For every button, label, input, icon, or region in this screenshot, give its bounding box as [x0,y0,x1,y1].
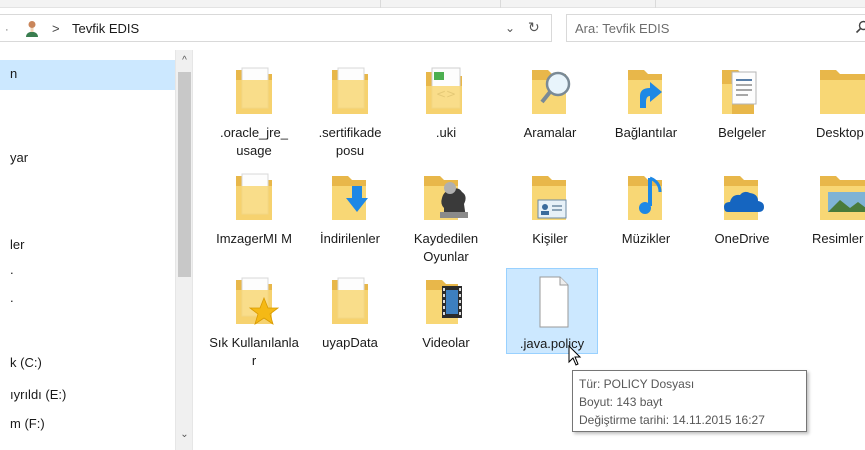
file-item[interactable]: Müzikler [600,168,692,248]
nav-item-selected[interactable]: n [10,66,17,81]
file-label: Bağlantılar [614,125,678,140]
file-item[interactable]: .sertifikade posu [304,62,396,160]
folder-videos-icon [426,280,462,324]
folder-pictures-icon [820,176,865,220]
file-label: Belgeler [718,125,766,140]
file-item-selected[interactable]: .java.policy [506,268,598,354]
nav-item-drive-c[interactable]: k (C:) [10,355,42,370]
folder-contacts-icon [532,176,567,220]
refresh-icon[interactable]: ↻ [528,19,540,36]
file-item[interactable]: Aramalar [504,62,596,142]
file-item[interactable]: Sık Kullanılanla r [208,272,300,370]
search-icon[interactable] [855,20,865,34]
address-row: · > Tevfik EDIS ⌄ ↻ [0,8,865,50]
file-item[interactable]: İndirilenler [304,168,396,248]
folder-documents-icon [722,70,757,114]
scroll-down-icon[interactable]: ⌄ [176,428,193,442]
nav-item[interactable]: . [10,262,14,277]
file-label: .sertifikade posu [318,125,382,158]
address-bar[interactable]: · > Tevfik EDIS ⌄ ↻ [0,14,552,42]
nav-selection-highlight [0,60,175,90]
file-item[interactable]: Desktop [792,62,865,142]
file-label: Müzikler [621,231,671,246]
blank-file-icon [539,276,569,328]
search-box[interactable] [566,14,865,42]
nav-item-drive-e[interactable]: ıyrıldı (E:) [10,387,66,402]
navigation-pane: n yar ler . . k (C:) ıyrıldı (E:) m (F:) [0,50,175,450]
back-history-tick[interactable]: · [5,24,9,36]
folder-desktop-icon [820,70,865,114]
search-input[interactable] [575,21,845,36]
nav-item[interactable]: . [10,290,14,305]
nav-item[interactable]: yar [10,150,28,165]
folder-doc-icon [332,277,368,324]
file-label: Kişiler [532,231,568,246]
folder-doc-icon [236,173,272,220]
ribbon-divider [500,0,501,8]
tooltip-size: Boyut: 143 bayt [579,395,663,409]
folder-links-icon [628,70,662,114]
tooltip-type: Tür: POLICY Dosyası [579,377,695,391]
file-label: Kaydedilen Oyunlar [413,231,479,264]
nav-item-drive-f[interactable]: m (F:) [10,416,45,431]
ribbon-divider [380,0,381,8]
file-item[interactable]: Bağlantılar [600,62,692,142]
file-item[interactable]: <> .uki [400,62,492,142]
file-item[interactable]: Kaydedilen Oyunlar [400,168,492,266]
nav-item[interactable]: ler [10,237,24,252]
address-dropdown-icon[interactable]: ⌄ [505,21,515,35]
file-label: uyapData [322,335,378,350]
scroll-thumb[interactable] [178,72,191,277]
file-item[interactable]: uyapData [304,272,396,352]
file-label: ImzagerMI M [216,231,292,246]
breadcrumb-current-folder[interactable]: Tevfik EDIS [72,21,139,36]
folder-music-icon [628,176,662,220]
file-label: İndirilenler [320,231,380,246]
file-item[interactable]: Belgeler [696,62,788,142]
file-item[interactable]: Kişiler [504,168,596,248]
file-label: Resimler [812,231,864,246]
file-label: Aramalar [523,125,577,140]
folder-downloads-icon [332,176,368,220]
ribbon-strip [0,0,865,8]
mouse-cursor-icon [568,345,582,366]
file-item[interactable]: ImzagerMI M [208,168,300,248]
folder-doc-icon [236,67,272,114]
file-label: Desktop [816,125,864,140]
nav-scrollbar[interactable]: ^ ⌄ [175,50,193,450]
file-label: Videolar [422,335,470,350]
folder-games-icon [424,176,468,220]
onedrive-icon [724,176,764,220]
file-label: Sık Kullanılanla r [209,335,299,368]
file-label: .uki [435,125,457,140]
file-label: .oracle_jre_ usage [220,125,288,158]
breadcrumb-separator[interactable]: > [52,21,60,36]
file-item[interactable]: Videolar [400,272,492,352]
file-label: OneDrive [714,231,770,246]
file-info-tooltip: Tür: POLICY Dosyası Boyut: 143 bayt Deği… [572,370,807,432]
user-folder-icon [26,21,38,37]
file-item[interactable]: .oracle_jre_ usage [208,62,300,160]
ribbon-divider [655,0,656,8]
scroll-up-icon[interactable]: ^ [176,54,193,68]
file-item[interactable]: OneDrive [696,168,788,248]
tooltip-modified: Değiştirme tarihi: 14.11.2015 16:27 [579,413,765,427]
folder-favorites-icon [236,277,280,325]
folder-search-icon [532,70,571,114]
file-item[interactable]: Resimler [792,168,865,248]
folder-doc-icon [332,67,368,114]
folder-code-icon: <> [426,67,462,114]
